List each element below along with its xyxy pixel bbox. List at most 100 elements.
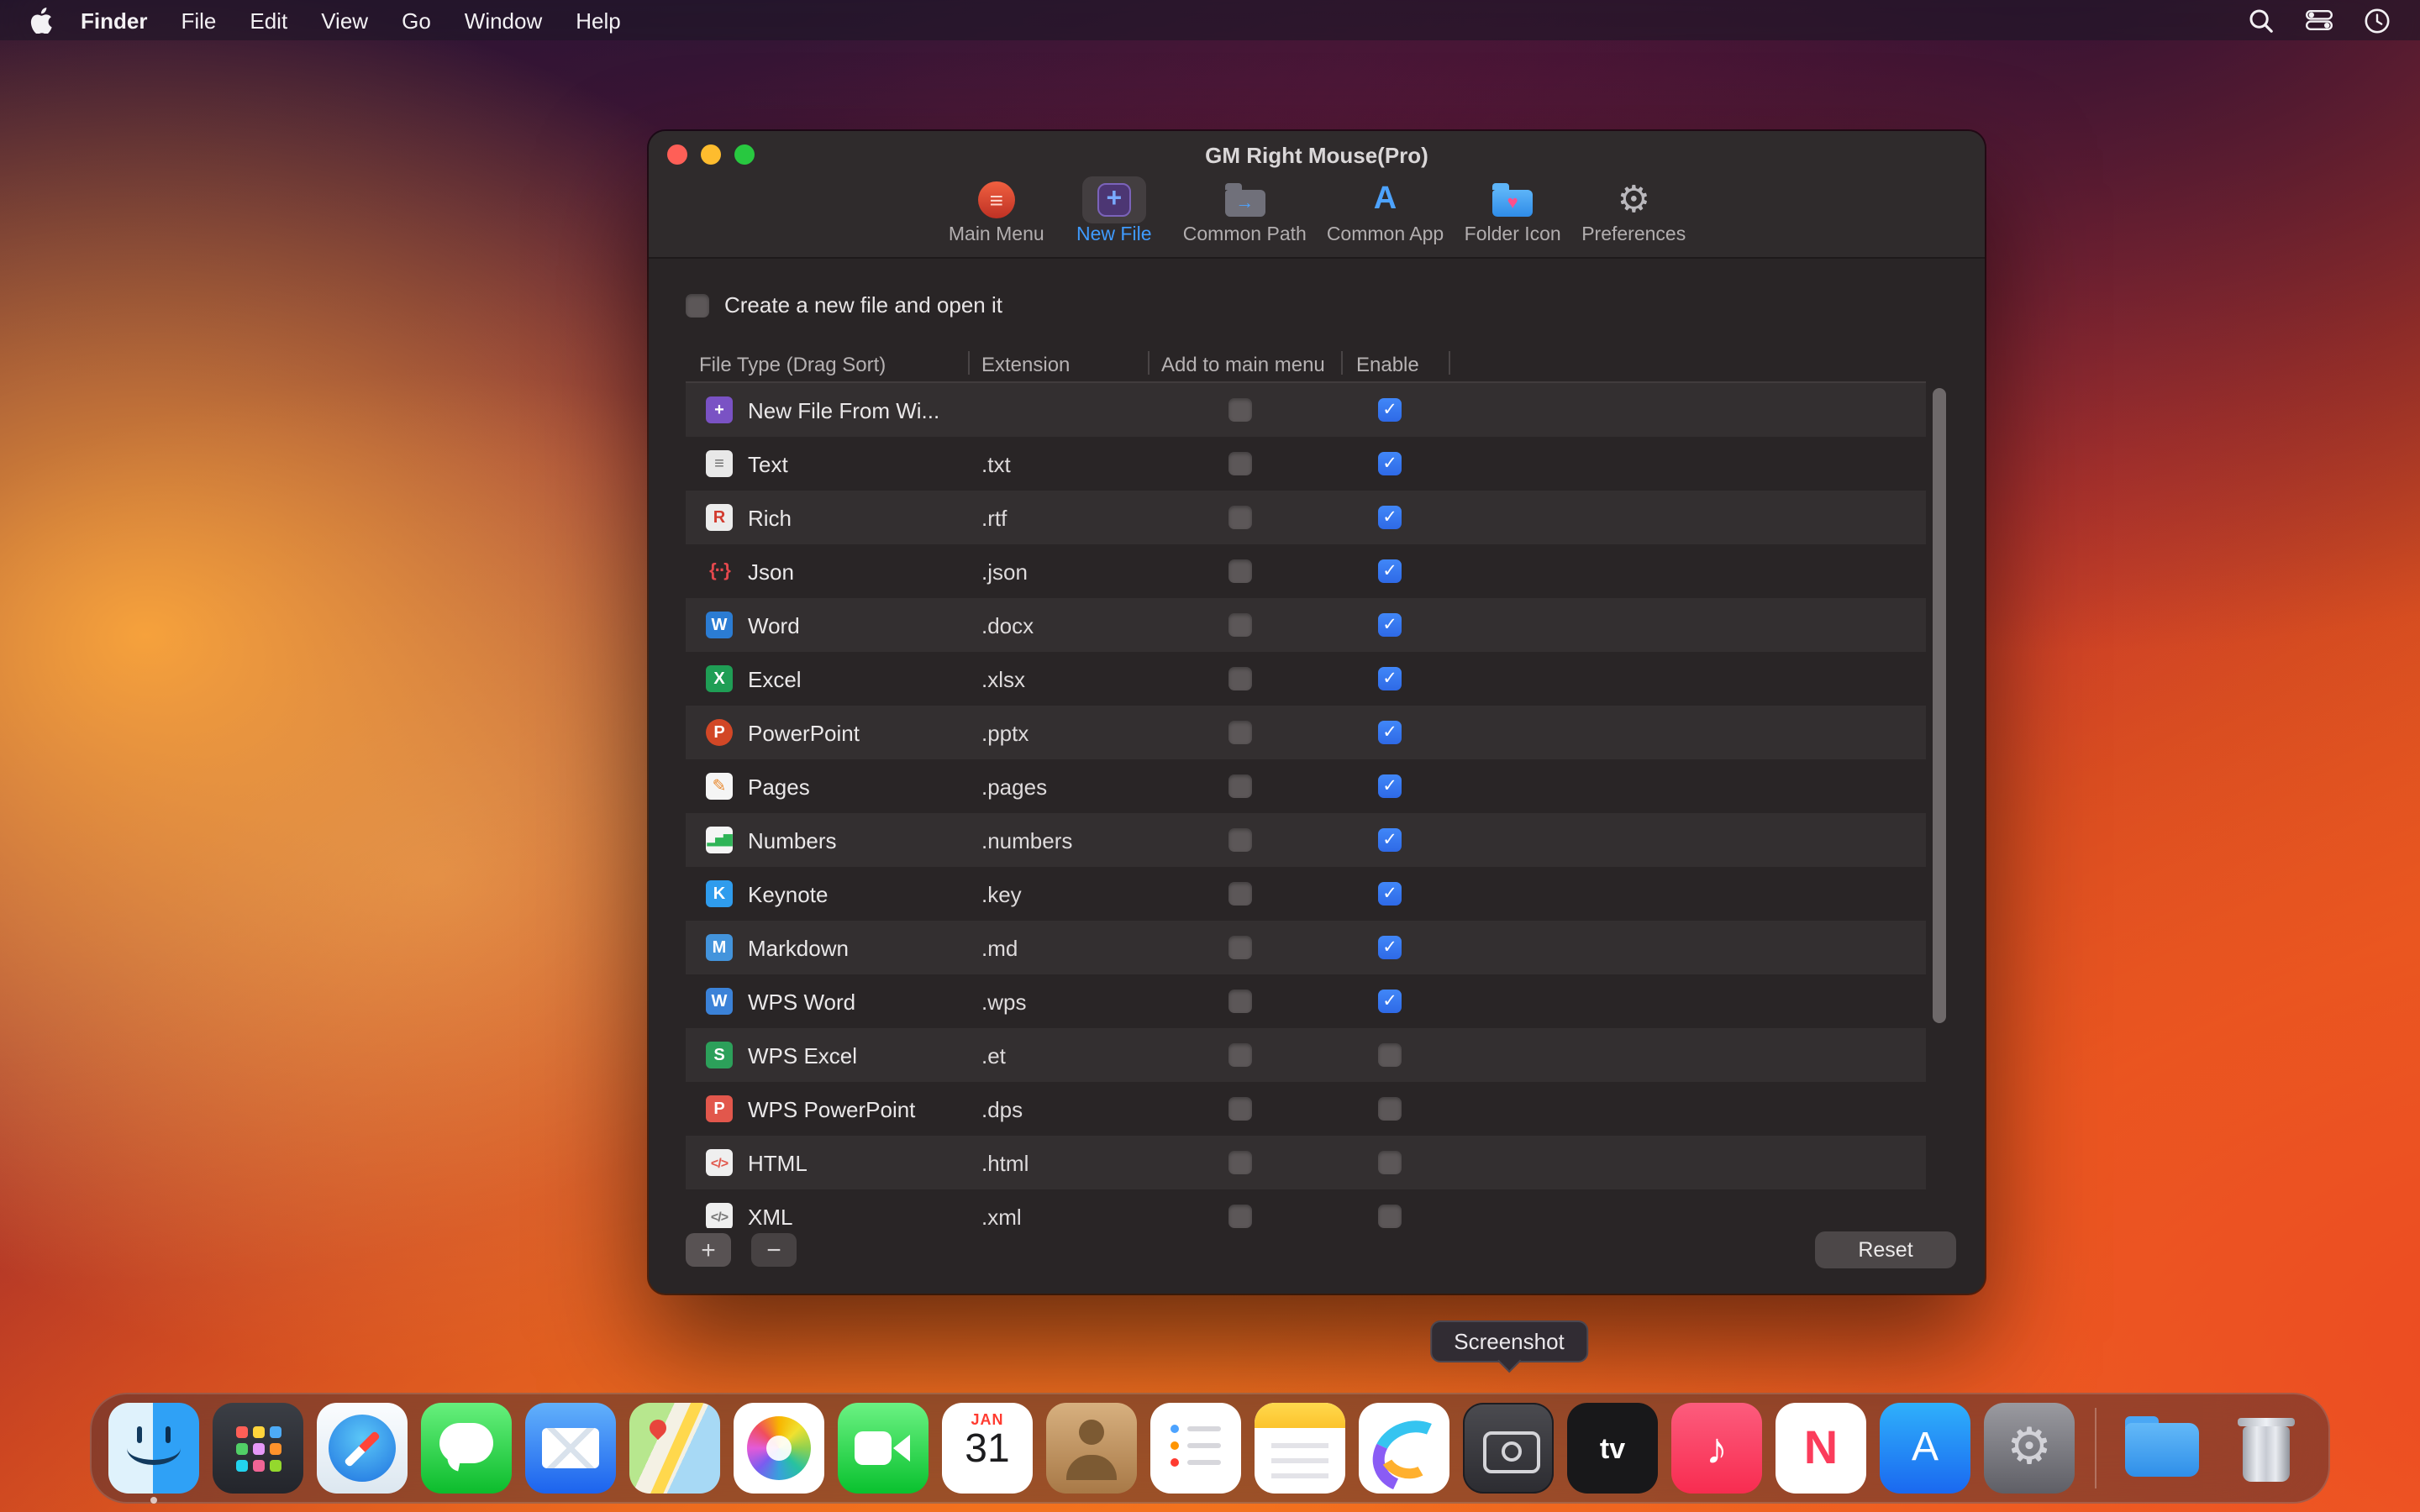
add-to-main-menu-checkbox[interactable] <box>1228 828 1252 852</box>
tab-folder-icon[interactable]: Folder Icon <box>1464 176 1561 245</box>
dock-item-downloads[interactable] <box>2117 1403 2207 1494</box>
table-row-json[interactable]: {··}Json.json <box>686 544 1926 598</box>
enable-checkbox[interactable] <box>1378 613 1402 637</box>
tab-main-menu[interactable]: Main Menu <box>948 176 1045 245</box>
dock-item-maps[interactable] <box>629 1403 720 1494</box>
enable-checkbox[interactable] <box>1378 1151 1402 1174</box>
tab-new-file[interactable]: New File <box>1065 176 1163 245</box>
add-to-main-menu-checkbox[interactable] <box>1228 882 1252 906</box>
add-to-main-menu-checkbox[interactable] <box>1228 1097 1252 1121</box>
add-to-main-menu-checkbox[interactable] <box>1228 1205 1252 1228</box>
table-row-powerpoint[interactable]: PPowerPoint.pptx <box>686 706 1926 759</box>
add-to-main-menu-checkbox[interactable] <box>1228 721 1252 744</box>
dock-item-safari[interactable] <box>317 1403 408 1494</box>
menu-go[interactable]: Go <box>385 0 448 40</box>
menu-help[interactable]: Help <box>559 0 638 40</box>
clock-icon[interactable] <box>2365 8 2390 33</box>
dock-item-launchpad[interactable] <box>213 1403 303 1494</box>
remove-file-type-button[interactable]: − <box>751 1233 797 1267</box>
tab-preferences[interactable]: Preferences <box>1581 176 1686 245</box>
apple-menu-icon[interactable] <box>17 7 64 34</box>
menu-app-name[interactable]: Finder <box>64 0 164 40</box>
dock-item-calendar[interactable]: JAN31 <box>942 1403 1033 1494</box>
dock-item-messages[interactable] <box>421 1403 512 1494</box>
table-row-wps-word[interactable]: WWPS Word.wps <box>686 974 1926 1028</box>
table-row-new-file-from-wi[interactable]: +New File From Wi... <box>686 383 1926 437</box>
dock-item-news[interactable]: N <box>1776 1403 1866 1494</box>
enable-checkbox[interactable] <box>1378 452 1402 475</box>
table-row-excel[interactable]: XExcel.xlsx <box>686 652 1926 706</box>
add-to-main-menu-checkbox[interactable] <box>1228 559 1252 583</box>
table-row-text[interactable]: ≡Text.txt <box>686 437 1926 491</box>
dock-item-mail[interactable] <box>525 1403 616 1494</box>
file-extension: .wps <box>981 974 1026 1028</box>
dock-item-reminders[interactable] <box>1150 1403 1241 1494</box>
create-file-checkbox[interactable] <box>686 293 709 317</box>
add-to-main-menu-checkbox[interactable] <box>1228 398 1252 422</box>
menu-bar: Finder FileEditViewGoWindowHelp <box>0 0 2420 40</box>
table-row-wps-powerpoint[interactable]: PWPS PowerPoint.dps <box>686 1082 1926 1136</box>
add-to-main-menu-checkbox[interactable] <box>1228 667 1252 690</box>
enable-checkbox[interactable] <box>1378 1043 1402 1067</box>
file-type-name: New File From Wi... <box>748 383 939 437</box>
file-type-name: PowerPoint <box>748 706 860 759</box>
table-row-keynote[interactable]: KKeynote.key <box>686 867 1926 921</box>
add-to-main-menu-checkbox[interactable] <box>1228 990 1252 1013</box>
search-icon[interactable] <box>2249 8 2274 33</box>
add-to-main-menu-checkbox[interactable] <box>1228 613 1252 637</box>
enable-checkbox[interactable] <box>1378 1097 1402 1121</box>
table-row-html[interactable]: </>HTML.html <box>686 1136 1926 1189</box>
dock-item-notes[interactable] <box>1255 1403 1345 1494</box>
menu-view[interactable]: View <box>304 0 385 40</box>
dock-item-settings[interactable]: ⚙ <box>1984 1403 2075 1494</box>
table-scrollbar[interactable] <box>1933 383 1946 1228</box>
table-row-xml[interactable]: </>XML.xml <box>686 1189 1926 1228</box>
enable-checkbox[interactable] <box>1378 828 1402 852</box>
menu-file[interactable]: File <box>164 0 233 40</box>
add-to-main-menu-checkbox[interactable] <box>1228 774 1252 798</box>
add-to-main-menu-checkbox[interactable] <box>1228 452 1252 475</box>
dock-item-music[interactable]: ♪ <box>1671 1403 1762 1494</box>
enable-checkbox[interactable] <box>1378 936 1402 959</box>
appletv-icon: tv <box>1567 1403 1658 1494</box>
menu-window[interactable]: Window <box>448 0 560 40</box>
add-to-main-menu-checkbox[interactable] <box>1228 1151 1252 1174</box>
enable-checkbox[interactable] <box>1378 774 1402 798</box>
column-header-add-to-main-menu: Add to main menu <box>1161 344 1325 383</box>
table-row-rich[interactable]: RRich.rtf <box>686 491 1926 544</box>
enable-checkbox[interactable] <box>1378 667 1402 690</box>
table-row-pages[interactable]: ✎Pages.pages <box>686 759 1926 813</box>
scrollbar-thumb[interactable] <box>1933 388 1946 1023</box>
dock-item-contacts[interactable] <box>1046 1403 1137 1494</box>
table-row-numbers[interactable]: ▂▅▇Numbers.numbers <box>686 813 1926 867</box>
control-center-icon[interactable] <box>2306 10 2333 30</box>
powerpoint-file-icon: P <box>706 719 733 746</box>
tab-common-path[interactable]: Common Path <box>1183 176 1307 245</box>
table-row-word[interactable]: WWord.docx <box>686 598 1926 652</box>
screenshot-icon <box>1463 1403 1554 1494</box>
table-row-wps-excel[interactable]: SWPS Excel.et <box>686 1028 1926 1082</box>
enable-checkbox[interactable] <box>1378 882 1402 906</box>
enable-checkbox[interactable] <box>1378 721 1402 744</box>
dock-item-photos[interactable] <box>734 1403 824 1494</box>
dock-item-facetime[interactable] <box>838 1403 929 1494</box>
dock-item-appletv[interactable]: tv <box>1567 1403 1658 1494</box>
dock-item-trash[interactable] <box>2221 1403 2312 1494</box>
enable-checkbox[interactable] <box>1378 506 1402 529</box>
tab-common-app[interactable]: Common App <box>1327 176 1444 245</box>
table-row-markdown[interactable]: MMarkdown.md <box>686 921 1926 974</box>
add-to-main-menu-checkbox[interactable] <box>1228 1043 1252 1067</box>
add-file-type-button[interactable]: + <box>686 1233 731 1267</box>
dock-item-finder[interactable] <box>108 1403 199 1494</box>
menu-edit[interactable]: Edit <box>233 0 304 40</box>
add-to-main-menu-checkbox[interactable] <box>1228 506 1252 529</box>
dock-item-screenshot[interactable] <box>1463 1403 1554 1494</box>
enable-checkbox[interactable] <box>1378 398 1402 422</box>
enable-checkbox[interactable] <box>1378 559 1402 583</box>
reset-button[interactable]: Reset <box>1815 1231 1956 1268</box>
dock-item-freeform[interactable] <box>1359 1403 1449 1494</box>
enable-checkbox[interactable] <box>1378 990 1402 1013</box>
dock-item-appstore[interactable]: A <box>1880 1403 1970 1494</box>
enable-checkbox[interactable] <box>1378 1205 1402 1228</box>
add-to-main-menu-checkbox[interactable] <box>1228 936 1252 959</box>
